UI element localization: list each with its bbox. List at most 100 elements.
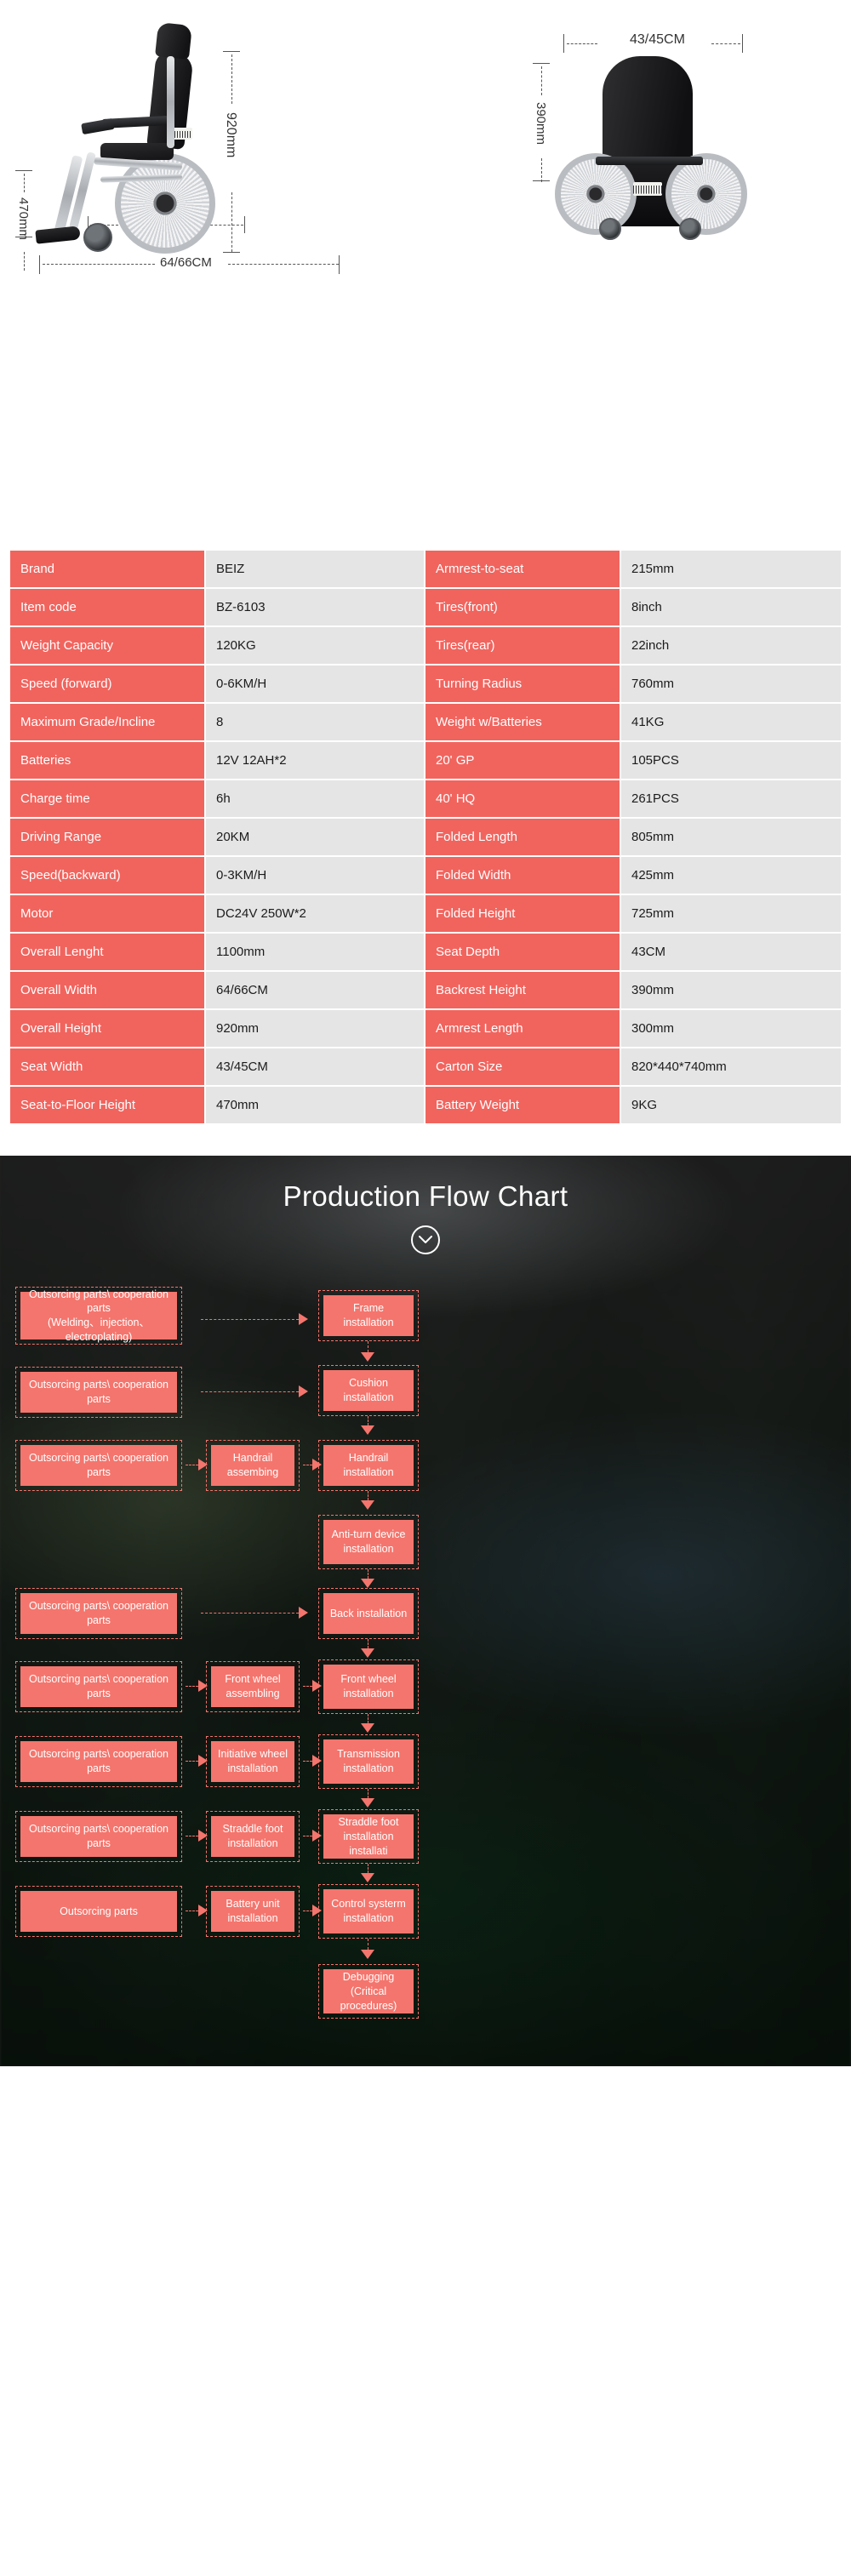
flow-diagram: Outsorcing parts\ cooperation parts (Weld… [0, 1287, 851, 2019]
dim-390mm-line-bottom [541, 158, 542, 182]
arrow-transmission-to-straddle [361, 1789, 374, 1808]
table-row: Overall Height 920mm Armrest Length 300m… [10, 1010, 841, 1047]
back-post-graphic [167, 56, 174, 148]
flow-node-label: Control systerm installation [323, 1889, 414, 1934]
flow-row-cushion: Outsorcing parts\ cooperation parts Cush… [0, 1365, 851, 1436]
flow-row-straddle: Outsorcing parts\ cooperation parts Stra… [0, 1808, 851, 1883]
flow-row-control: Outsorcing parts Battery unit installati… [0, 1882, 851, 1960]
flow-node-label: Debugging (Critical procedures) [323, 1969, 414, 2014]
flow-node-transmission-installation[interactable]: Transmission installation [318, 1734, 419, 1790]
arrow-line [201, 1612, 299, 1614]
flow-node-straddle-foot-installation[interactable]: Straddle foot installation [206, 1811, 300, 1863]
flow-node-outsourcing-frontwheel[interactable]: Outsorcing parts\ cooperation parts [15, 1661, 182, 1713]
arrow-head [299, 1607, 308, 1619]
flow-node-label: Anti-turn device installation [323, 1520, 414, 1565]
rear-view-wheelchair-illustration [545, 51, 783, 289]
dim-390mm-line-top [541, 66, 542, 95]
flow-node-label: Handrail installation [323, 1445, 414, 1487]
flow-node-label: Outsorcing parts\ cooperation parts [20, 1445, 177, 1487]
dim-4345-line-left [567, 43, 597, 44]
arrow-head [361, 1950, 374, 1960]
arrow-head [361, 1723, 374, 1734]
flow-node-label: Cushion installation [323, 1370, 414, 1412]
flow-node-back-installation[interactable]: Back installation [318, 1588, 419, 1640]
spec-key: Item code [10, 589, 206, 625]
flow-node-battery-unit-installation[interactable]: Battery unit installation [206, 1886, 300, 1938]
rear-left-castor-graphic [599, 218, 621, 240]
spec-key: Weight Capacity [10, 627, 206, 664]
dim-6466-cap-right [339, 255, 340, 274]
arrow-control-to-debugging [361, 1939, 374, 1960]
flow-node-outsourcing-back[interactable]: Outsorcing parts\ cooperation parts [15, 1588, 182, 1640]
rear-crossbar-graphic [596, 157, 703, 165]
arrow-handrail-to-antiturn [361, 1491, 374, 1511]
rear-backrest-graphic [603, 56, 693, 165]
flow-node-outsourcing-initiativewheel[interactable]: Outsorcing parts\ cooperation parts [15, 1736, 182, 1788]
flow-node-label: Handrail assembing [211, 1445, 294, 1487]
table-row: Charge time 6h 40' HQ 261PCS [10, 780, 841, 817]
spec-key: Batteries [10, 742, 206, 779]
spec-key: Seat Width [10, 1048, 206, 1085]
flow-node-outsourcing-straddle[interactable]: Outsorcing parts\ cooperation parts [15, 1811, 182, 1863]
spec-value: 760mm [621, 665, 841, 702]
dim-4345-cap-right [742, 34, 743, 53]
spec-key: Tires(front) [426, 589, 621, 625]
spec-key: 20' GP [426, 742, 621, 779]
flow-node-antiturn-device-installation[interactable]: Anti-turn device installation [318, 1515, 419, 1570]
flow-node-cushion-installation[interactable]: Cushion installation [318, 1365, 419, 1417]
flow-node-debugging[interactable]: Debugging (Critical procedures) [318, 1964, 419, 2019]
spec-key: Battery Weight [426, 1087, 621, 1123]
flow-node-outsourcing-handrail[interactable]: Outsorcing parts\ cooperation parts [15, 1440, 182, 1492]
flow-node-label: Outsorcing parts [20, 1891, 177, 1933]
spec-key: Charge time [10, 780, 206, 817]
specification-section: Brand BEIZ Armrest-to-seat 215mm Item co… [0, 549, 851, 1125]
spec-value: 300mm [621, 1010, 841, 1047]
flow-node-frontwheel-installation[interactable]: Front wheel installation [318, 1659, 419, 1715]
table-row: Overall Width 64/66CM Backrest Height 39… [10, 972, 841, 1008]
spec-key: Carton Size [426, 1048, 621, 1085]
spec-value: 0-3KM/H [206, 857, 426, 894]
spec-value: 105PCS [621, 742, 841, 779]
spec-value: 0-6KM/H [206, 665, 426, 702]
flow-node-straddle-foot-installation-2[interactable]: Straddle foot installation installati [318, 1809, 419, 1865]
flow-node-handrail-installation[interactable]: Handrail installation [318, 1440, 419, 1492]
flow-node-label: Outsorcing parts\ cooperation parts (Weld… [20, 1288, 177, 1343]
arrow-head [299, 1313, 308, 1326]
chevron-down-circle-icon[interactable] [411, 1225, 440, 1255]
spec-value: 6h [206, 780, 426, 817]
spec-key: Overall Height [10, 1010, 206, 1047]
flow-node-frontwheel-assembling[interactable]: Front wheel assembling [206, 1661, 300, 1713]
flow-node-label: Battery unit installation [211, 1891, 294, 1933]
flow-row-handrail: Outsorcing parts\ cooperation parts Hand… [0, 1437, 851, 1511]
flow-node-initiative-wheel-installation[interactable]: Initiative wheel installation [206, 1736, 300, 1788]
table-row: Batteries 12V 12AH*2 20' GP 105PCS [10, 742, 841, 779]
footplate-graphic [35, 226, 81, 244]
spec-value: 820*440*740mm [621, 1048, 841, 1085]
spec-value: 64/66CM [206, 972, 426, 1008]
flow-row-frame: Outsorcing parts\ cooperation parts (Weld… [0, 1287, 851, 1362]
arrow-head [361, 1352, 374, 1362]
flow-row-antiturn: Anti-turn device installation [0, 1510, 851, 1589]
table-row: Overall Lenght 1100mm Seat Depth 43CM [10, 934, 841, 970]
flow-node-label: Front wheel installation [323, 1665, 414, 1710]
flow-node-handrail-assembling[interactable]: Handrail assembing [206, 1440, 300, 1492]
spec-key: Speed(backward) [10, 857, 206, 894]
flow-node-frame-installation[interactable]: Frame installation [318, 1290, 419, 1342]
arrow-straddle-to-control [361, 1864, 374, 1883]
spec-value: BZ-6103 [206, 589, 426, 625]
spec-key: Turning Radius [426, 665, 621, 702]
spec-value: 22inch [621, 627, 841, 664]
arrow-outsourcing-to-initiativewheel [186, 1755, 208, 1768]
flow-node-outsourcing-parts[interactable]: Outsorcing parts [15, 1886, 182, 1938]
table-row: Seat Width 43/45CM Carton Size 820*440*7… [10, 1048, 841, 1085]
flow-row-debugging: Debugging (Critical procedures) [0, 1959, 851, 2019]
product-side-view-figure: 300mm 920mm 470mm 64/66CM [9, 9, 485, 540]
flow-node-outsourcing-cushion[interactable]: Outsorcing parts\ cooperation parts [15, 1367, 182, 1419]
flow-node-control-system-installation[interactable]: Control systerm installation [318, 1884, 419, 1939]
rear-sticker-graphic [633, 182, 662, 196]
spec-key: Speed (forward) [10, 665, 206, 702]
flow-node-outsourcing-welding[interactable]: Outsorcing parts\ cooperation parts (Weld… [15, 1287, 182, 1345]
arrow-line [201, 1391, 299, 1392]
rear-right-wheel-graphic [665, 153, 747, 235]
spec-value: DC24V 250W*2 [206, 895, 426, 932]
